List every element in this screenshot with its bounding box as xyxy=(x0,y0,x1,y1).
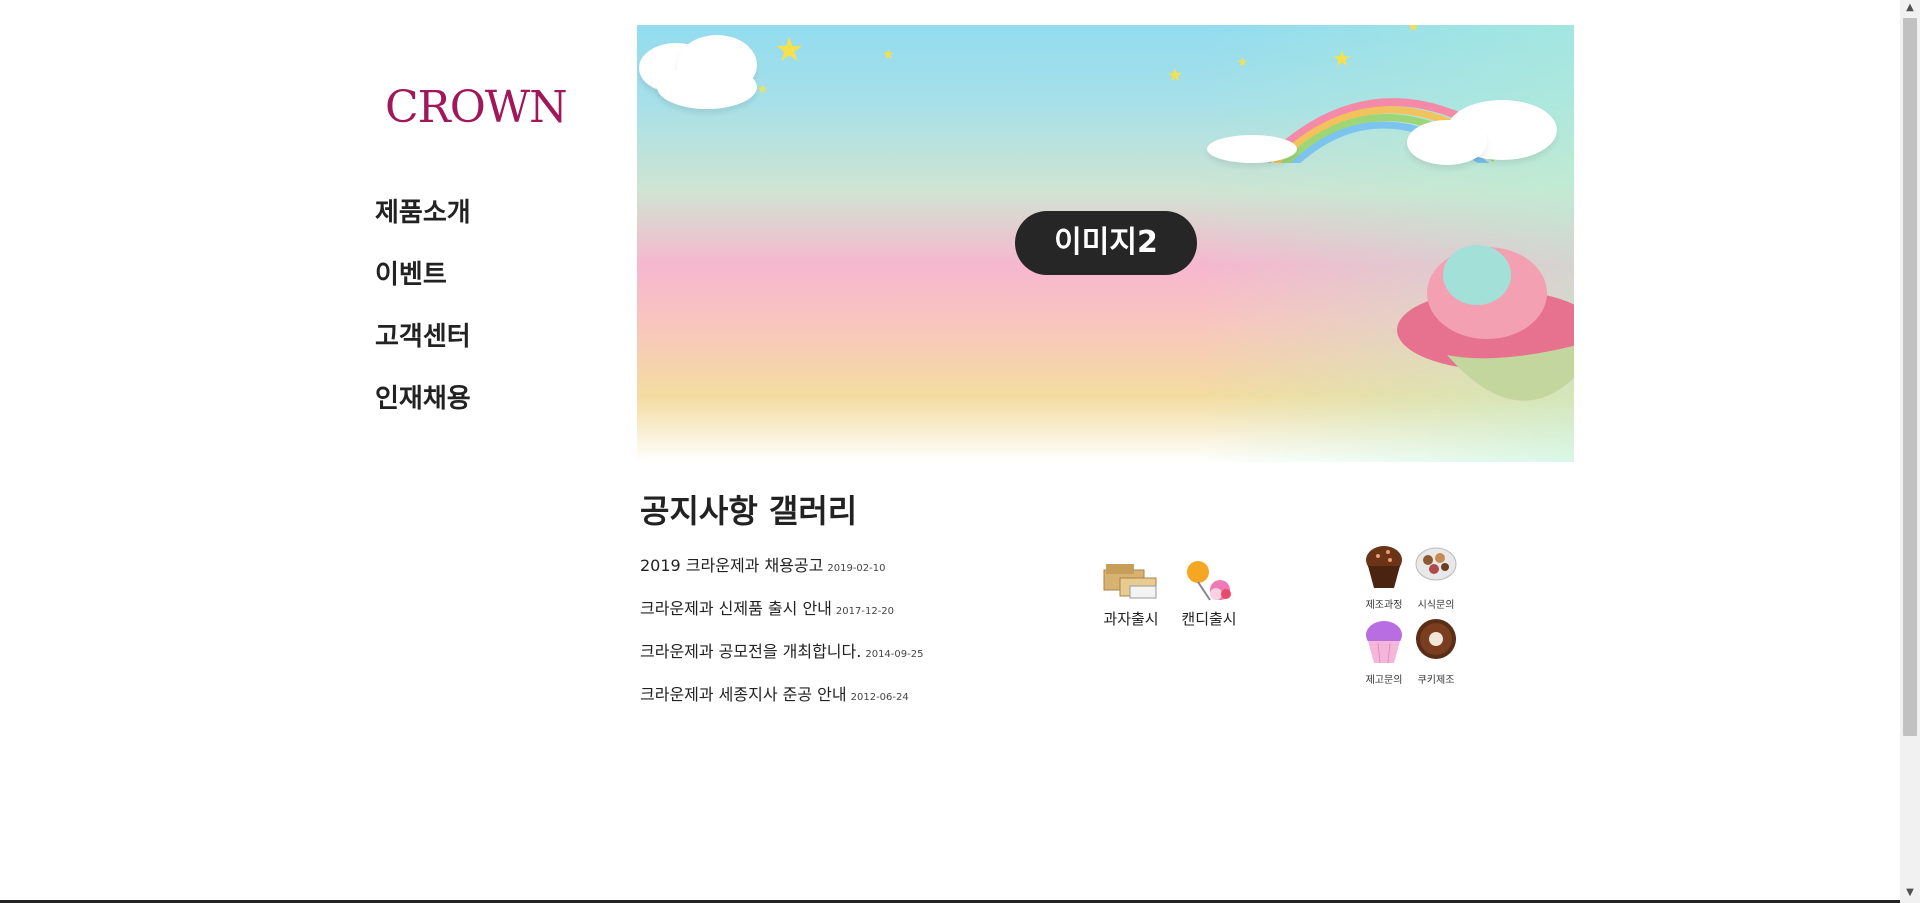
pink-cupcake-icon xyxy=(1362,617,1406,665)
gallery-item[interactable]: 캔디출시 xyxy=(1178,556,1240,629)
star-icon: ★ xyxy=(1332,47,1352,72)
nav-item-products[interactable]: 제품소개 xyxy=(375,200,471,227)
nav-item-recruitment[interactable]: 인재채용 xyxy=(375,386,471,413)
gallery-main: 과자출시 캔디출시 xyxy=(1100,556,1240,629)
scroll-up-arrow-icon[interactable]: ▲ xyxy=(1904,2,1916,16)
notice-list: 2019 크라운제과 채용공고 2019-02-10 크라운제과 신제품 출시 안… xyxy=(640,556,923,728)
chocolate-cupcake-icon xyxy=(1362,542,1406,590)
notice-item[interactable]: 크라운제과 신제품 출시 안내 2017-12-20 xyxy=(640,599,923,622)
cotton-candy-island-icon xyxy=(1397,245,1574,401)
gallery-caption: 캔디출시 xyxy=(1181,610,1237,628)
nav-item-events[interactable]: 이벤트 xyxy=(375,262,471,289)
candy-icon xyxy=(1178,556,1240,602)
gallery-item[interactable]: 시식문의 xyxy=(1412,542,1460,611)
notice-title: 크라운제과 세종지사 준공 안내 xyxy=(640,685,847,704)
star-icon: ★ xyxy=(1167,65,1184,86)
cloud-icon xyxy=(1407,120,1487,165)
gallery-item[interactable]: 제고문의 xyxy=(1360,617,1408,686)
gallery-caption: 제고문의 xyxy=(1365,675,1403,686)
star-icon: ★ xyxy=(774,30,805,70)
nav-item-customer-center[interactable]: 고객센터 xyxy=(375,324,471,351)
section-title: 공지사항 갤러리 xyxy=(640,492,858,530)
snack-icon xyxy=(1100,556,1162,602)
gallery-caption: 과자출시 xyxy=(1103,610,1159,628)
main-nav: 제품소개 이벤트 고객센터 인재채용 xyxy=(375,200,471,448)
star-icon: ★ xyxy=(1237,55,1248,69)
donut-icon xyxy=(1414,617,1458,665)
notice-title: 크라운제과 공모전을 개최합니다. xyxy=(640,642,862,661)
crown-logo[interactable]: CROWN xyxy=(385,82,568,133)
scrollbar-thumb[interactable] xyxy=(1903,18,1917,736)
notice-title: 크라운제과 신제품 출시 안내 xyxy=(640,599,832,618)
star-icon: ★ xyxy=(1407,25,1420,35)
star-icon: ★ xyxy=(882,47,895,63)
gallery-item[interactable]: 제조과정 xyxy=(1360,542,1408,611)
hero-banner: ★ ★ ★ ★ ★ ★ ★ 이미지2 xyxy=(637,25,1574,462)
gallery-small: 제조과정 시식문의 제고문의 쿠키제조 xyxy=(1360,542,1460,686)
scroll-down-arrow-icon[interactable]: ▼ xyxy=(1904,887,1916,901)
notice-item[interactable]: 2019 크라운제과 채용공고 2019-02-10 xyxy=(640,556,923,579)
scrollbar[interactable]: ▲ ▼ xyxy=(1900,0,1920,903)
notice-date: 2019-02-10 xyxy=(827,563,886,574)
gallery-caption: 제조과정 xyxy=(1365,600,1403,611)
notice-date: 2014-09-25 xyxy=(865,649,924,660)
cloud-icon xyxy=(1207,135,1297,163)
notice-item[interactable]: 크라운제과 세종지사 준공 안내 2012-06-24 xyxy=(640,685,923,708)
notice-date: 2012-06-24 xyxy=(850,692,909,703)
notice-date: 2017-12-20 xyxy=(835,606,895,617)
gallery-caption: 쿠키제조 xyxy=(1417,675,1455,686)
notice-title: 2019 크라운제과 채용공고 xyxy=(640,556,824,575)
cookie-plate-icon xyxy=(1414,542,1458,590)
cloud-icon xyxy=(657,65,757,109)
slide-label: 이미지2 xyxy=(1015,211,1197,275)
notice-item[interactable]: 크라운제과 공모전을 개최합니다. 2014-09-25 xyxy=(640,642,923,665)
gallery-item[interactable]: 과자출시 xyxy=(1100,556,1162,629)
gallery-item[interactable]: 쿠키제조 xyxy=(1412,617,1460,686)
gallery-caption: 시식문의 xyxy=(1417,600,1455,611)
star-icon: ★ xyxy=(757,82,768,96)
